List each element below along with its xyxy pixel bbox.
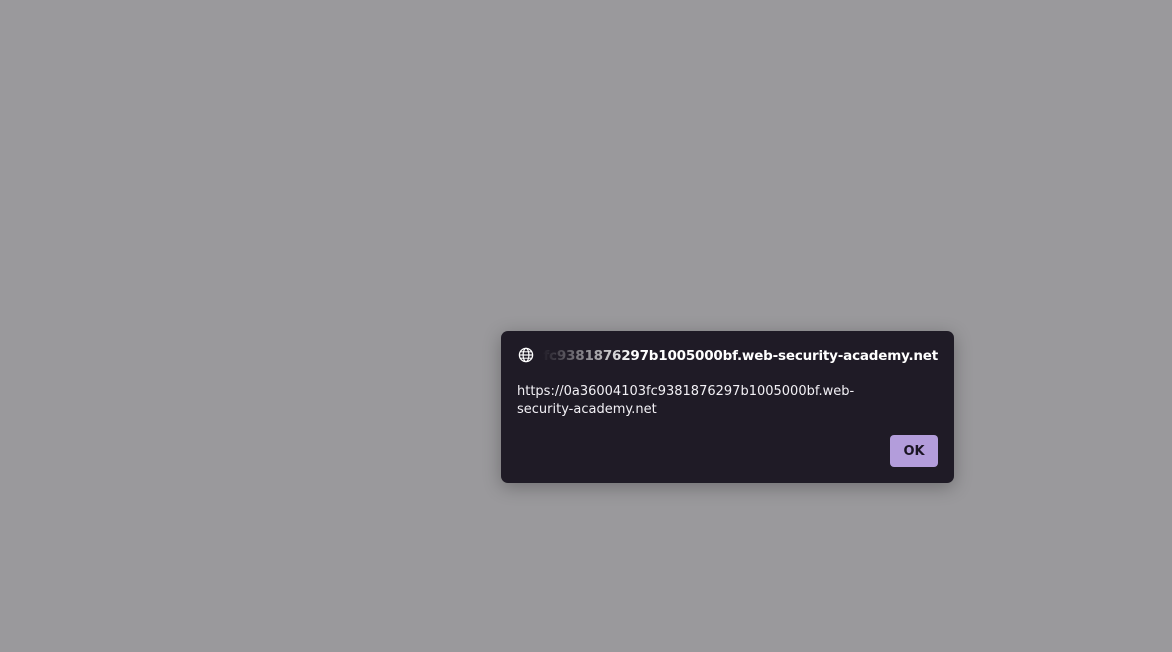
dialog-header: 0a36004103fc9381876297b1005000bf.web-sec… xyxy=(517,345,938,365)
ok-button[interactable]: OK xyxy=(890,435,938,467)
dialog-origin-container: 0a36004103fc9381876297b1005000bf.web-sec… xyxy=(542,345,938,365)
alert-dialog: 0a36004103fc9381876297b1005000bf.web-sec… xyxy=(501,331,954,483)
page-backdrop xyxy=(0,0,1172,652)
dialog-message: https://0a36004103fc9381876297b1005000bf… xyxy=(517,384,855,417)
dialog-origin: 0a36004103fc9381876297b1005000bf.web-sec… xyxy=(542,348,938,364)
globe-icon xyxy=(517,347,534,364)
